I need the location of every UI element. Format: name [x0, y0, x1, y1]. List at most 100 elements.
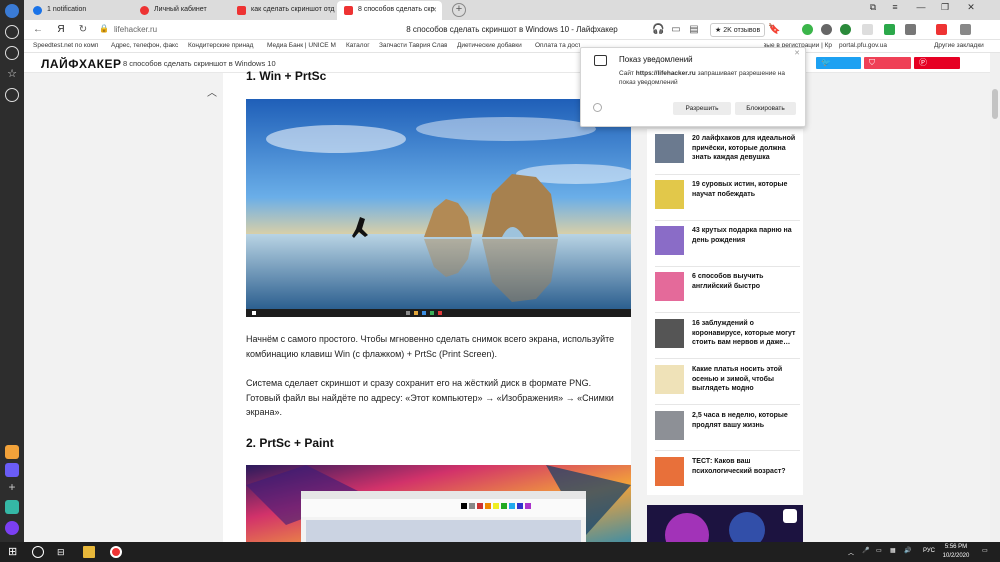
language-indicator[interactable]: РУС — [920, 548, 938, 554]
page-icon[interactable]: ▤ — [688, 24, 700, 35]
minimize-button[interactable]: — — [914, 2, 928, 16]
divider — [655, 220, 800, 221]
section-heading: 1. Win + PrtSc — [246, 69, 327, 83]
related-article[interactable]: ТЕСТ: Каков ваш психологический возраст? — [655, 457, 800, 497]
block-button[interactable]: Блокировать — [735, 102, 796, 115]
pinterest-share-button[interactable]: Ⓟ — [914, 57, 960, 69]
star-icon[interactable]: ☆ — [5, 67, 19, 81]
yandex-browser-icon[interactable] — [110, 546, 122, 558]
messenger-icon[interactable] — [5, 463, 19, 477]
add-icon[interactable]: + — [5, 481, 19, 495]
reviews-badge[interactable]: ★ 2K отзывов — [710, 23, 766, 37]
extension-download-icon[interactable] — [884, 24, 895, 35]
new-tab-button[interactable]: + — [452, 3, 466, 17]
bookmark-item[interactable]: Оплата та доставка — [535, 42, 580, 49]
related-thumbnail — [655, 365, 684, 394]
related-title[interactable]: 2,5 часа в неделю, которые продлят вашу … — [692, 411, 800, 430]
app-icon[interactable] — [5, 500, 19, 514]
tab-label: 8 способов сделать скр — [358, 6, 435, 13]
bookmark-item[interactable]: Каталог — [346, 42, 376, 49]
tab-lifehacker[interactable]: 8 способов сделать скр ✕ — [337, 1, 442, 20]
related-article[interactable]: 19 суровых истин, которые научат побежда… — [655, 180, 800, 220]
tablet-mode-icon[interactable]: ⧉ — [866, 2, 880, 16]
related-title[interactable]: 20 лайфхаков для идеальной причёски, кот… — [692, 134, 800, 163]
scrollbar-thumb[interactable] — [992, 89, 998, 119]
extension-home-icon[interactable] — [905, 24, 916, 35]
profile-icon[interactable] — [5, 4, 19, 18]
extension-red-icon[interactable] — [936, 24, 947, 35]
clock-time[interactable]: 5:56 PM — [941, 544, 971, 550]
tab-cabinet[interactable]: Личный кабинет — [133, 1, 228, 20]
download-icon[interactable] — [960, 24, 971, 35]
close-popup-icon[interactable]: ✕ — [794, 49, 800, 57]
tab-label: 1 notification — [47, 6, 87, 13]
file-explorer-icon[interactable] — [83, 546, 95, 558]
ad-banner[interactable] — [647, 505, 803, 542]
twitter-share-button[interactable]: 🐦 — [816, 57, 861, 69]
related-title[interactable]: Какие платья носить этой осенью и зимой,… — [692, 365, 800, 394]
task-view-icon[interactable]: ⊟ — [57, 546, 69, 558]
windows-start-icon[interactable]: ⊞ — [8, 546, 20, 558]
volume-icon[interactable]: 🔊 — [904, 547, 911, 554]
other-bookmarks[interactable]: Другие закладки — [934, 42, 994, 49]
bookmark-item[interactable]: Диетические добавки — [457, 42, 525, 49]
notifications-icon[interactable]: ▭ — [982, 547, 988, 554]
bookmark-item[interactable]: Кондитерские принад — [188, 42, 256, 49]
related-title[interactable]: 6 способов выучить английский быстро — [692, 272, 800, 291]
restore-button[interactable]: ❐ — [938, 2, 952, 16]
related-title[interactable]: 19 суровых истин, которые научат побежда… — [692, 180, 800, 199]
popup-site: https://lifehacker.ru — [635, 70, 696, 77]
page-scrollbar[interactable] — [990, 53, 1000, 542]
site-logo[interactable]: ЛАЙФХАКЕР — [41, 57, 121, 71]
play-icon[interactable] — [5, 88, 19, 102]
bookmark-item[interactable]: Адрес, телефон, факс — [111, 42, 179, 49]
related-article[interactable]: 16 заблуждений о коронавирусе, которые м… — [655, 319, 800, 359]
mail-icon[interactable] — [5, 445, 19, 459]
related-title[interactable]: 43 крутых подарка парню на день рождения — [692, 226, 800, 245]
related-article[interactable]: 20 лайфхаков для идеальной причёски, кот… — [655, 134, 800, 174]
related-title[interactable]: ТЕСТ: Каков ваш психологический возраст? — [692, 457, 800, 476]
extension-lightbulb-icon[interactable] — [821, 24, 832, 35]
tray-chevron-icon[interactable]: ︿ — [848, 548, 854, 557]
extension-leaf-icon[interactable] — [840, 24, 851, 35]
history-icon[interactable] — [5, 25, 19, 39]
tab-notification[interactable]: 1 notification — [26, 1, 101, 20]
menu-icon[interactable]: ≡ — [888, 2, 902, 16]
bookmark-item[interactable]: Медиа Банк | UNICE M — [267, 42, 337, 49]
alice-icon[interactable] — [5, 521, 19, 535]
related-thumbnail — [655, 180, 684, 209]
bookmark-item[interactable]: Запчасти Таврия Слав — [379, 42, 447, 49]
network-icon[interactable]: ▦ — [890, 547, 896, 554]
related-article[interactable]: 6 способов выучить английский быстро — [655, 272, 800, 312]
allow-button[interactable]: Разрешить — [673, 102, 731, 115]
clock-date[interactable]: 10/2/2020 — [941, 553, 971, 559]
extension-q-icon[interactable] — [802, 24, 813, 35]
info-icon[interactable] — [593, 103, 602, 112]
reader-icon[interactable]: ▭ — [670, 24, 682, 35]
battery-icon[interactable]: ▭ — [876, 547, 882, 554]
related-article[interactable]: 2,5 часа в неделю, которые продлят вашу … — [655, 411, 800, 451]
tab-search[interactable]: как сделать скриншот отд — [230, 1, 337, 20]
notification-favicon-icon — [33, 6, 42, 15]
site-header: ЛАЙФХАКЕР 8 способов сделать скриншот в … — [24, 53, 990, 73]
popup-title: Показ уведомлений — [619, 55, 693, 64]
related-article[interactable]: 43 крутых подарка парню на день рождения — [655, 226, 800, 266]
mic-icon[interactable]: 🎤 — [862, 547, 869, 554]
pocket-share-button[interactable]: ⛉ — [864, 57, 911, 69]
extension-grid-icon[interactable] — [862, 24, 873, 35]
close-window-button[interactable]: ✕ — [964, 2, 978, 16]
related-articles: 20 лайфхаков для идеальной причёски, кот… — [647, 129, 803, 495]
bookmark-icon[interactable]: 🔖 — [768, 24, 780, 35]
headphones-icon[interactable]: 🎧 — [652, 24, 664, 35]
collapse-chevron-icon[interactable]: ︿ — [207, 84, 217, 99]
close-tab-icon[interactable]: ✕ — [431, 6, 437, 14]
bookmark-item[interactable]: Speedtest.net по комп — [33, 42, 101, 49]
bookmark-item[interactable]: portal.pfu.gov.ua — [839, 42, 899, 49]
divider — [655, 404, 800, 405]
related-title[interactable]: 16 заблуждений о коронавирусе, которые м… — [692, 319, 800, 348]
clock-icon[interactable] — [5, 46, 19, 60]
related-thumbnail — [655, 457, 684, 486]
related-article[interactable]: Какие платья носить этой осенью и зимой,… — [655, 365, 800, 405]
windows-beach-screenshot — [246, 99, 631, 317]
search-icon[interactable] — [32, 546, 44, 558]
